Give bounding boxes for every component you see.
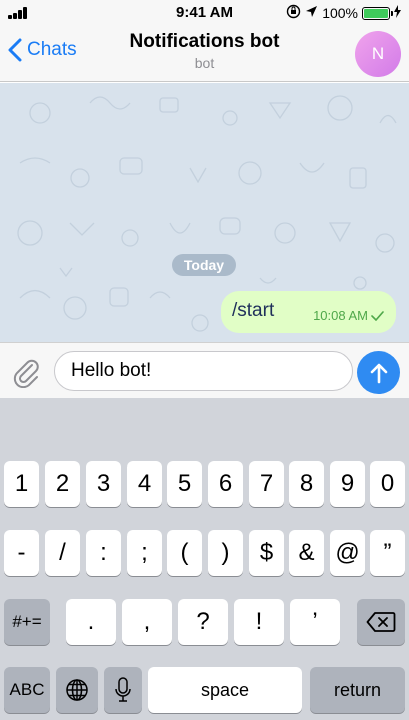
chat-background: Today /start 10:08 AM (0, 83, 409, 342)
globe-key[interactable] (56, 667, 98, 713)
charging-bolt-icon (394, 5, 401, 21)
key-4[interactable]: 4 (127, 461, 162, 507)
key-at[interactable]: @ (330, 530, 365, 576)
dictation-key[interactable] (104, 667, 142, 713)
microphone-icon (115, 677, 131, 702)
key-apostrophe[interactable]: ’ (290, 599, 340, 645)
key-7[interactable]: 7 (249, 461, 284, 507)
key-3[interactable]: 3 (86, 461, 121, 507)
outgoing-message[interactable]: /start 10:08 AM (221, 291, 396, 333)
globe-icon (66, 679, 88, 701)
key-5[interactable]: 5 (167, 461, 202, 507)
battery-percent: 100% (322, 5, 358, 21)
key-9[interactable]: 9 (330, 461, 365, 507)
key-more-symbols[interactable]: #+= (4, 599, 50, 645)
return-key[interactable]: return (310, 667, 405, 713)
back-label: Chats (27, 39, 77, 60)
back-button[interactable]: Chats (8, 38, 77, 62)
key-semicolon[interactable]: ; (127, 530, 162, 576)
space-key[interactable]: space (148, 667, 302, 713)
message-meta: 10:08 AM (313, 308, 384, 323)
arrow-up-icon (370, 363, 387, 383)
message-text: /start (232, 300, 275, 321)
key-ampersand[interactable]: & (289, 530, 324, 576)
backspace-icon (366, 612, 396, 632)
key-6[interactable]: 6 (208, 461, 243, 507)
send-button[interactable] (357, 351, 400, 394)
key-comma[interactable]: , (122, 599, 172, 645)
key-quote[interactable]: ” (370, 530, 405, 576)
message-input[interactable]: Hello bot! (54, 351, 353, 391)
message-time: 10:08 AM (313, 308, 368, 323)
backspace-key[interactable] (357, 599, 405, 645)
key-exclamation[interactable]: ! (234, 599, 284, 645)
status-bar: 9:41 AM 100% (0, 0, 409, 26)
key-hyphen[interactable]: - (4, 530, 39, 576)
attach-button[interactable] (10, 356, 42, 389)
message-composer: Hello bot! (0, 342, 409, 398)
key-abc[interactable]: ABC (4, 667, 50, 713)
key-2[interactable]: 2 (45, 461, 80, 507)
key-slash[interactable]: / (45, 530, 80, 576)
chat-header: Chats Notifications bot bot N (0, 26, 409, 82)
key-period[interactable]: . (66, 599, 116, 645)
key-8[interactable]: 8 (289, 461, 324, 507)
paperclip-icon (13, 359, 39, 389)
key-open-paren[interactable]: ( (167, 530, 202, 576)
checkmark-icon (371, 310, 384, 321)
avatar[interactable]: N (355, 31, 401, 77)
status-indicators: 100% (286, 4, 401, 22)
date-separator: Today (172, 254, 236, 276)
key-colon[interactable]: : (86, 530, 121, 576)
key-close-paren[interactable]: ) (208, 530, 243, 576)
rotation-lock-icon (286, 4, 301, 22)
chevron-left-icon (8, 38, 22, 62)
keyboard: 1 2 3 4 5 6 7 8 9 0 - / : ; ( ) $ & @ ” … (0, 398, 409, 720)
key-dollar[interactable]: $ (249, 530, 284, 576)
key-1[interactable]: 1 (4, 461, 39, 507)
key-0[interactable]: 0 (370, 461, 405, 507)
battery-icon (362, 6, 393, 20)
location-arrow-icon (305, 5, 318, 21)
key-question[interactable]: ? (178, 599, 228, 645)
